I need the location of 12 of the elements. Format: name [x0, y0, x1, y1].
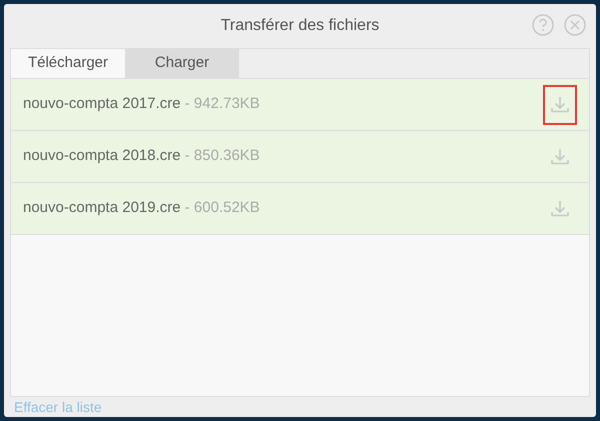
- download-button[interactable]: [543, 84, 577, 124]
- tab[interactable]: Charger: [125, 49, 239, 78]
- help-icon[interactable]: [532, 14, 554, 36]
- download-icon: [550, 94, 570, 114]
- download-icon: [550, 146, 570, 166]
- file-name: nouvo-compta 2018.cre - 850.36KB: [23, 146, 260, 166]
- file-name: nouvo-compta 2017.cre - 942.73KB: [23, 94, 260, 114]
- window-title: Transférer des fichiers: [220, 16, 380, 36]
- close-icon[interactable]: [564, 14, 586, 36]
- file-name: nouvo-compta 2019.cre - 600.52KB: [23, 198, 260, 218]
- tab[interactable]: Télécharger: [11, 49, 125, 78]
- download-icon: [550, 198, 570, 218]
